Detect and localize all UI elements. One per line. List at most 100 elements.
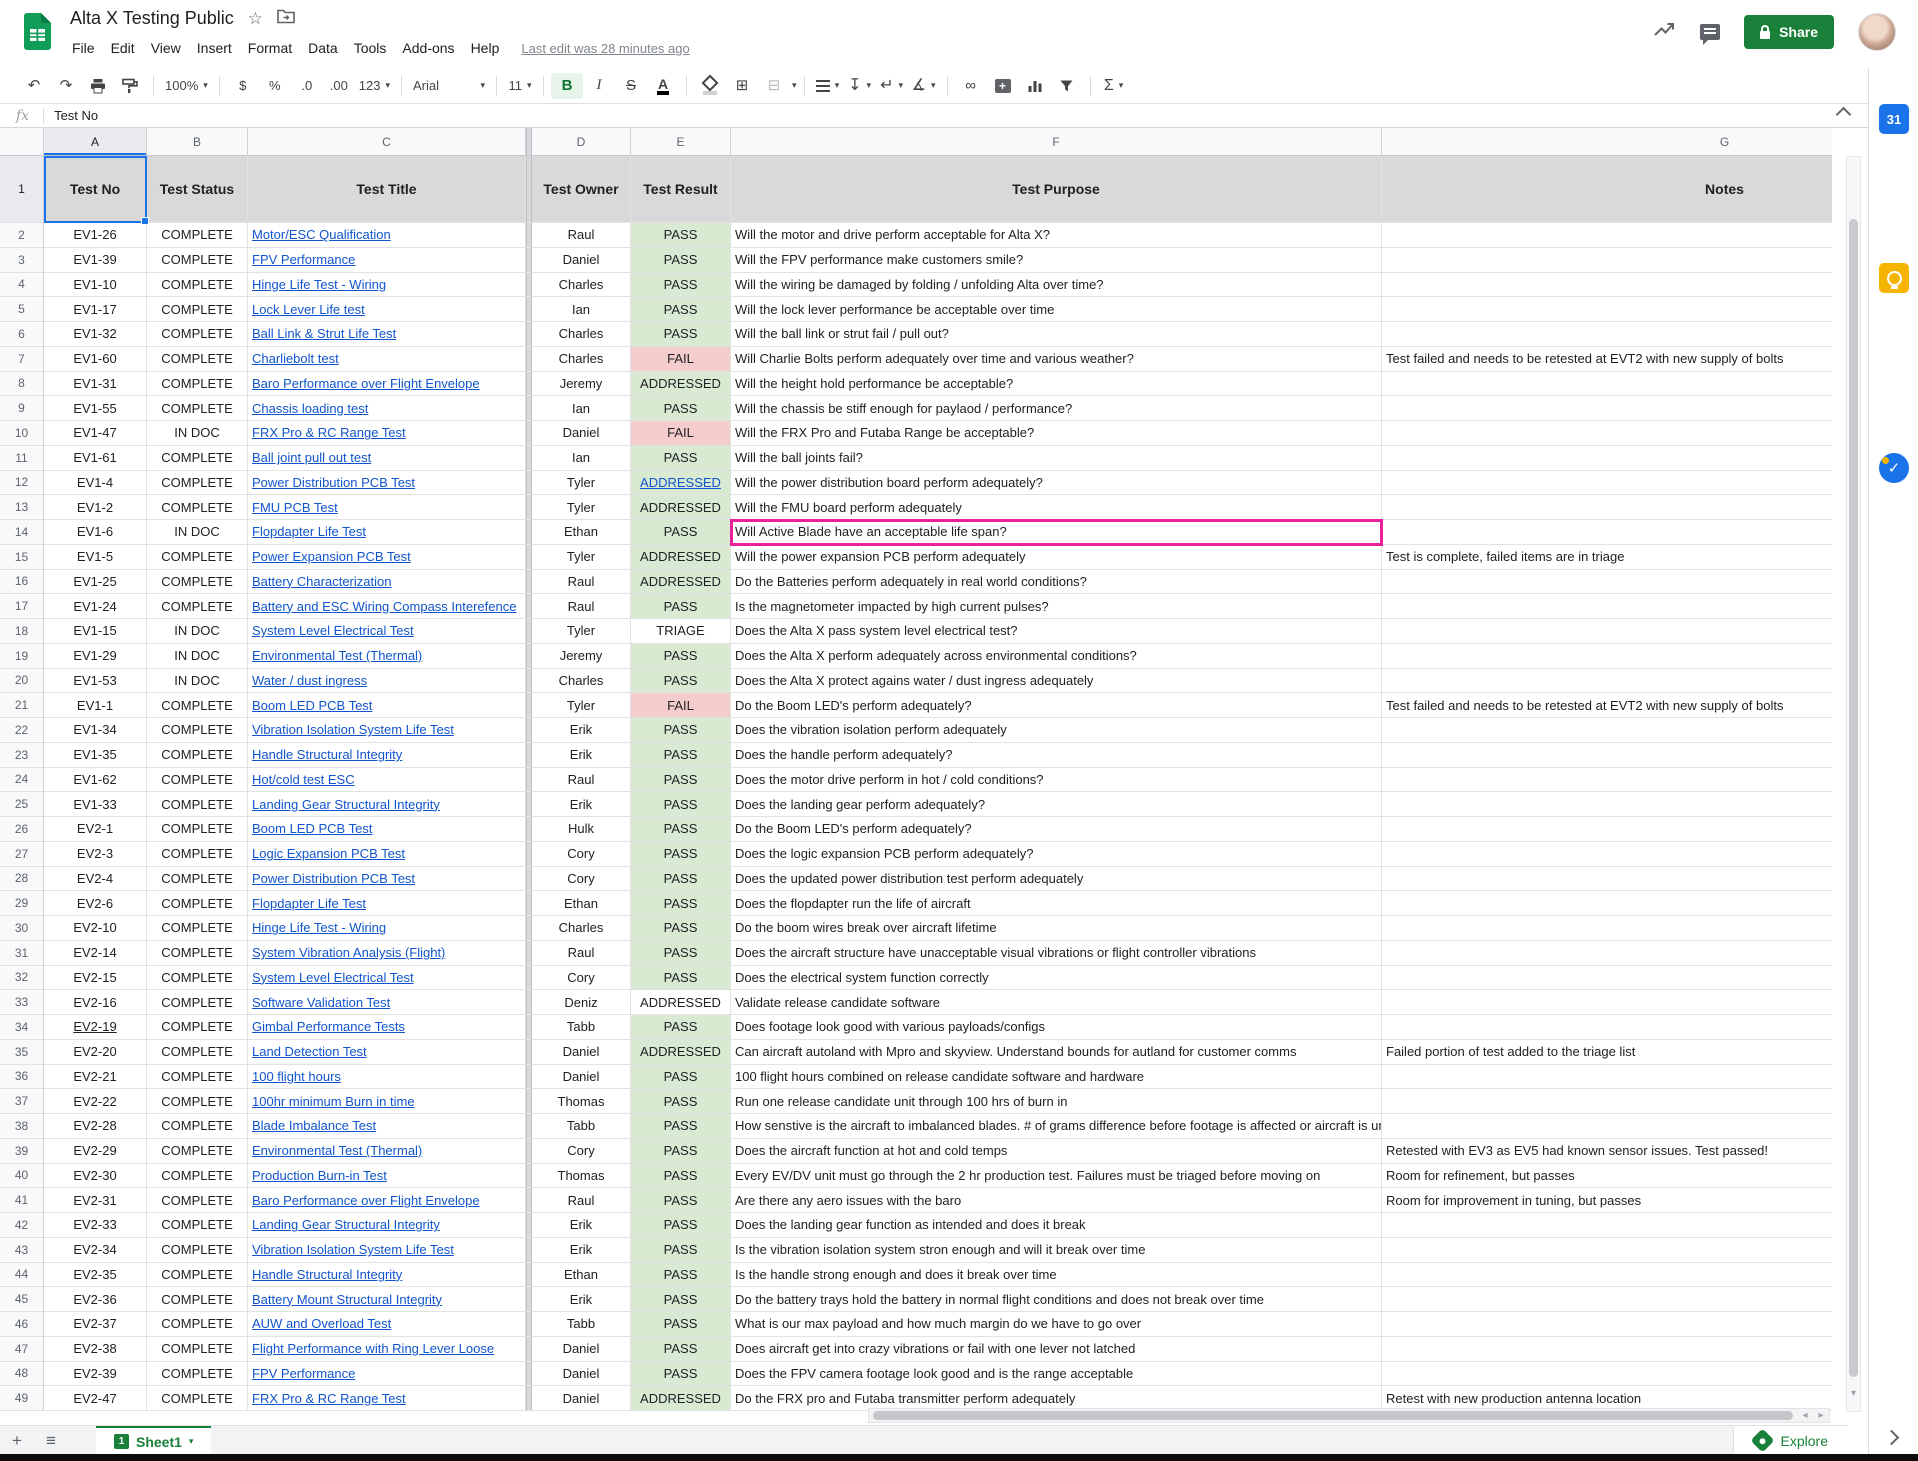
cell-notes[interactable] xyxy=(1382,1065,1832,1090)
cell-test-purpose[interactable]: Does the FPV camera footage look good an… xyxy=(731,1362,1382,1387)
cell-test-status[interactable]: IN DOC xyxy=(147,644,248,669)
cell-test-result[interactable]: PASS xyxy=(631,273,731,298)
test-title-link[interactable]: System Vibration Analysis (Flight) xyxy=(252,945,445,960)
insert-comment-button[interactable]: + xyxy=(987,73,1019,99)
cell-test-no[interactable]: EV2-28 xyxy=(44,1114,147,1139)
test-title-link[interactable]: Battery Characterization xyxy=(252,574,391,589)
menu-help[interactable]: Help xyxy=(463,38,508,58)
cell-test-result[interactable]: PASS xyxy=(631,1287,731,1312)
cell-test-owner[interactable]: Erik xyxy=(532,1213,631,1238)
cell-test-result[interactable]: PASS xyxy=(631,916,731,941)
cell-test-purpose[interactable]: Will the power distribution board perfor… xyxy=(731,471,1382,496)
cell-test-status[interactable]: COMPLETE xyxy=(147,1188,248,1213)
test-title-link[interactable]: 100 flight hours xyxy=(252,1069,341,1084)
cell-test-purpose[interactable]: Does the handle perform adequately? xyxy=(731,743,1382,768)
row-number[interactable]: 46 xyxy=(0,1312,44,1337)
row-number[interactable]: 23 xyxy=(0,743,44,768)
cell-test-owner[interactable]: Ian xyxy=(532,446,631,471)
cell-notes[interactable] xyxy=(1382,916,1832,941)
cell-test-owner[interactable]: Ian xyxy=(532,297,631,322)
menu-file[interactable]: File xyxy=(64,38,103,58)
cell-test-title[interactable]: 100hr minimum Burn in time xyxy=(248,1089,526,1114)
cell-test-owner[interactable]: Ethan xyxy=(532,1263,631,1288)
cell-test-result[interactable]: FAIL xyxy=(631,693,731,718)
header-cell[interactable]: Test No xyxy=(44,156,147,223)
test-title-link[interactable]: Water / dust ingress xyxy=(252,673,367,688)
cell-test-result[interactable]: PASS xyxy=(631,1337,731,1362)
last-edit-link[interactable]: Last edit was 28 minutes ago xyxy=(521,41,689,56)
cell-test-no[interactable]: EV1-6 xyxy=(44,520,147,545)
cell-test-status[interactable]: COMPLETE xyxy=(147,1263,248,1288)
test-title-link[interactable]: Vibration Isolation System Life Test xyxy=(252,722,454,737)
cell-test-result[interactable]: PASS xyxy=(631,446,731,471)
cell-test-no[interactable]: EV2-30 xyxy=(44,1164,147,1189)
menu-addons[interactable]: Add-ons xyxy=(394,38,462,58)
row-number[interactable]: 11 xyxy=(0,446,44,471)
cell-notes[interactable] xyxy=(1382,1015,1832,1040)
test-title-link[interactable]: Production Burn-in Test xyxy=(252,1168,387,1183)
row-number[interactable]: 16 xyxy=(0,570,44,595)
test-title-link[interactable]: Flopdapter Life Test xyxy=(252,524,366,539)
cell-test-result[interactable]: PASS xyxy=(631,867,731,892)
cell-test-title[interactable]: FRX Pro & RC Range Test xyxy=(248,421,526,446)
cell-test-title[interactable]: Flopdapter Life Test xyxy=(248,891,526,916)
cell-test-purpose[interactable]: Will the power expansion PCB perform ade… xyxy=(731,545,1382,570)
cell-test-title[interactable]: Landing Gear Structural Integrity xyxy=(248,1213,526,1238)
cell-test-purpose[interactable]: Does the aircraft structure have unaccep… xyxy=(731,941,1382,966)
test-title-link[interactable]: Boom LED PCB Test xyxy=(252,821,372,836)
horizontal-scrollbar[interactable]: ◂ ▸ xyxy=(868,1408,1830,1423)
cell-test-owner[interactable]: Raul xyxy=(532,768,631,793)
cell-notes[interactable] xyxy=(1382,396,1832,421)
cell-test-result[interactable]: PASS xyxy=(631,1139,731,1164)
cell-test-title[interactable]: Hot/cold test ESC xyxy=(248,768,526,793)
merge-cells-button[interactable]: ⊟ xyxy=(758,73,790,99)
cell-notes[interactable] xyxy=(1382,619,1832,644)
cell-test-result[interactable]: PASS xyxy=(631,322,731,347)
cell-test-no[interactable]: EV2-16 xyxy=(44,990,147,1015)
cell-test-owner[interactable]: Charles xyxy=(532,273,631,298)
cell-test-result[interactable]: PASS xyxy=(631,1114,731,1139)
italic-button[interactable]: I xyxy=(583,73,615,99)
row-number[interactable]: 20 xyxy=(0,669,44,694)
header-cell[interactable]: Test Purpose xyxy=(731,156,1382,223)
test-title-link[interactable]: Flopdapter Life Test xyxy=(252,896,366,911)
cell-test-result[interactable]: PASS xyxy=(631,644,731,669)
format-percent-button[interactable]: % xyxy=(259,73,291,99)
cell-test-purpose[interactable]: Will the motor and drive perform accepta… xyxy=(731,223,1382,248)
cell-test-status[interactable]: COMPLETE xyxy=(147,693,248,718)
row-number[interactable]: 12 xyxy=(0,471,44,496)
cell-test-title[interactable]: Chassis loading test xyxy=(248,396,526,421)
all-sheets-button[interactable]: ≡ xyxy=(34,1431,68,1451)
cell-test-no[interactable]: EV2-39 xyxy=(44,1362,147,1387)
row-number[interactable]: 21 xyxy=(0,693,44,718)
cell-notes[interactable] xyxy=(1382,520,1832,545)
column-header-A[interactable]: A xyxy=(44,128,147,156)
test-title-link[interactable]: Battery Mount Structural Integrity xyxy=(252,1292,442,1307)
cell-test-purpose[interactable]: Does the aircraft function at hot and co… xyxy=(731,1139,1382,1164)
cell-test-status[interactable]: COMPLETE xyxy=(147,792,248,817)
cell-test-no[interactable]: EV1-47 xyxy=(44,421,147,446)
cell-test-result[interactable]: PASS xyxy=(631,768,731,793)
cell-test-no[interactable]: EV2-19 xyxy=(44,1015,147,1040)
cell-notes[interactable] xyxy=(1382,1312,1832,1337)
cell-test-status[interactable]: COMPLETE xyxy=(147,891,248,916)
borders-button[interactable]: ⊞ xyxy=(726,73,758,99)
cell-test-purpose[interactable]: Will the chassis be stiff enough for pay… xyxy=(731,396,1382,421)
cell-test-status[interactable]: COMPLETE xyxy=(147,1213,248,1238)
cell-test-purpose[interactable]: Will the wiring be damaged by folding / … xyxy=(731,273,1382,298)
row-number[interactable]: 33 xyxy=(0,990,44,1015)
cell-test-status[interactable]: COMPLETE xyxy=(147,545,248,570)
cell-test-status[interactable]: COMPLETE xyxy=(147,223,248,248)
horizontal-align-button[interactable]: ▾ xyxy=(812,73,844,99)
scroll-right-icon[interactable]: ▸ xyxy=(1813,1409,1829,1422)
cell-test-no[interactable]: EV2-34 xyxy=(44,1238,147,1263)
test-title-link[interactable]: FRX Pro & RC Range Test xyxy=(252,1391,406,1406)
row-number[interactable]: 18 xyxy=(0,619,44,644)
test-title-link[interactable]: Environmental Test (Thermal) xyxy=(252,1143,422,1158)
cell-test-status[interactable]: COMPLETE xyxy=(147,718,248,743)
cell-test-status[interactable]: COMPLETE xyxy=(147,570,248,595)
cell-test-result[interactable]: PASS xyxy=(631,1065,731,1090)
cell-test-owner[interactable]: Charles xyxy=(532,669,631,694)
cell-test-owner[interactable]: Cory xyxy=(532,1139,631,1164)
cell-notes[interactable] xyxy=(1382,297,1832,322)
